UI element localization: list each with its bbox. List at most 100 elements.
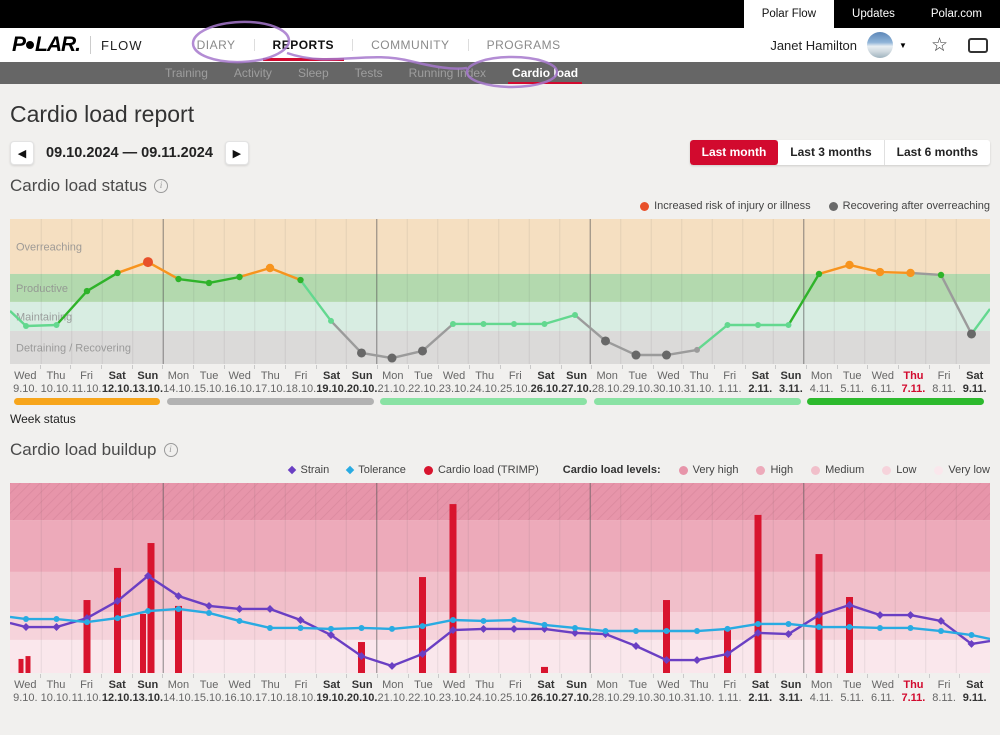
axis-dow: Wed: [653, 370, 684, 383]
legend-item: Cardio load (TRIMP): [424, 464, 539, 476]
axis-day-label: Tue29.10.: [623, 370, 654, 395]
axis-date: 13.10.: [133, 383, 164, 396]
axis-tick: [807, 674, 838, 678]
axis-tick: [133, 674, 164, 678]
week-status-bar: [594, 398, 801, 405]
axis-dow: Thu: [898, 370, 929, 383]
axis-date: 2.11.: [745, 383, 776, 396]
buildup-legend: StrainToleranceCardio load (TRIMP)Cardio…: [10, 462, 990, 478]
axis-day-label: Mon14.10.: [163, 370, 194, 395]
subnav-item-activity[interactable]: Activity: [234, 62, 272, 84]
axis-dow: Sun: [347, 370, 378, 383]
axis-date: 27.10.: [561, 383, 592, 396]
legend-label: Recovering after overreaching: [843, 200, 990, 212]
axis-dow: Sat: [102, 679, 133, 692]
axis-date: 4.11.: [806, 692, 837, 705]
axis-tick: [838, 674, 869, 678]
chevron-down-icon[interactable]: ▼: [899, 41, 907, 50]
info-icon[interactable]: i: [164, 443, 178, 457]
axis-day-label: Sat2.11.: [745, 370, 776, 395]
axis-date: 5.11.: [837, 383, 868, 396]
topbar-tab-updates[interactable]: Updates: [834, 0, 913, 28]
axis-dow: Wed: [439, 679, 470, 692]
axis-tick: [470, 365, 501, 369]
subnav-item-tests[interactable]: Tests: [355, 62, 383, 84]
axis-date: 14.10.: [163, 692, 194, 705]
axis-day-label: Fri25.10.: [500, 679, 531, 704]
axis-dow: Fri: [286, 679, 317, 692]
next-period-button[interactable]: ▶: [225, 141, 249, 165]
axis-dow: Tue: [837, 679, 868, 692]
axis-tick: [684, 365, 715, 369]
axis-tick: [715, 365, 746, 369]
axis-dow: Sat: [102, 370, 133, 383]
date-range-label: 09.10.2024 — 09.11.2024: [42, 145, 217, 161]
range-button-last-6-months[interactable]: Last 6 months: [884, 140, 990, 165]
subnav-item-cardio-load[interactable]: Cardio load: [512, 62, 578, 84]
topbar-tab-polar-flow[interactable]: Polar Flow: [744, 0, 834, 28]
axis-dow: Sun: [133, 679, 164, 692]
nav-item-reports[interactable]: REPORTS: [269, 28, 339, 62]
axis-date: 16.10.: [224, 692, 255, 705]
nav-item-programs[interactable]: PROGRAMS: [483, 28, 565, 62]
user-name[interactable]: Janet Hamilton: [770, 38, 857, 53]
axis-dow: Sat: [959, 370, 990, 383]
logo-text-right: LAR.: [35, 33, 80, 57]
legend-label: Tolerance: [358, 464, 406, 476]
axis-tick: [776, 674, 807, 678]
axis-tick: [10, 674, 41, 678]
axis-date: 24.10.: [469, 383, 500, 396]
range-button-last-month[interactable]: Last month: [690, 140, 779, 165]
axis-day-label: Sun3.11.: [776, 679, 807, 704]
axis-tick: [255, 674, 286, 678]
axis-day-label: Sun27.10.: [561, 370, 592, 395]
axis-day-label: Thu10.10.: [41, 370, 72, 395]
axis-tick: [347, 365, 378, 369]
axis-day-label: Fri11.10.: [71, 370, 102, 395]
topbar-tab-polar-com[interactable]: Polar.com: [913, 0, 1000, 28]
legend-level-item: Medium: [811, 464, 864, 476]
star-icon[interactable]: ☆: [931, 36, 948, 55]
cardio-load-levels-label: Cardio load levels:: [563, 464, 661, 476]
axis-date: 6.11.: [868, 383, 899, 396]
subnav-item-running-index[interactable]: Running Index: [409, 62, 486, 84]
axis-date: 25.10.: [500, 383, 531, 396]
axis-day-label: Fri18.10.: [286, 370, 317, 395]
axis-dow: Tue: [837, 370, 868, 383]
axis-date: 31.10.: [684, 383, 715, 396]
nav-item-diary[interactable]: DIARY: [193, 28, 240, 62]
avatar[interactable]: [867, 32, 893, 58]
axis-date: 1.11.: [714, 383, 745, 396]
axis-date: 26.10.: [531, 383, 562, 396]
week-status-bars: [10, 398, 990, 406]
axis-tick: [807, 365, 838, 369]
buildup-axis-labels: Wed9.10.Thu10.10.Fri11.10.Sat12.10.Sun13…: [10, 679, 990, 704]
axis-day-label: Wed6.11.: [868, 370, 899, 395]
axis-dow: Sat: [745, 370, 776, 383]
status-section-header: Cardio load status i: [10, 176, 990, 196]
axis-dow: Fri: [286, 370, 317, 383]
axis-tick: [623, 674, 654, 678]
prev-period-button[interactable]: ◀: [10, 141, 34, 165]
range-button-last-3-months[interactable]: Last 3 months: [778, 140, 883, 165]
axis-dow: Sun: [133, 370, 164, 383]
subnav-item-training[interactable]: Training: [165, 62, 208, 84]
axis-tick: [746, 365, 777, 369]
axis-day-label: Fri8.11.: [929, 679, 960, 704]
axis-date: 11.10.: [71, 692, 102, 705]
axis-tick: [531, 674, 562, 678]
axis-tick: [102, 674, 133, 678]
axis-date: 2.11.: [745, 692, 776, 705]
axis-dow: Wed: [868, 679, 899, 692]
svg-text:Overreaching: Overreaching: [16, 241, 82, 253]
axis-day-label: Fri8.11.: [929, 370, 960, 395]
legend-label: Very low: [948, 464, 990, 476]
axis-date: 8.11.: [929, 383, 960, 396]
polar-logo[interactable]: PLAR.: [12, 33, 80, 57]
info-icon[interactable]: i: [154, 179, 168, 193]
axis-dow: Fri: [71, 370, 102, 383]
axis-tick: [163, 674, 194, 678]
feedback-icon[interactable]: [968, 38, 988, 53]
subnav-item-sleep[interactable]: Sleep: [298, 62, 329, 84]
nav-item-community[interactable]: COMMUNITY: [367, 28, 454, 62]
